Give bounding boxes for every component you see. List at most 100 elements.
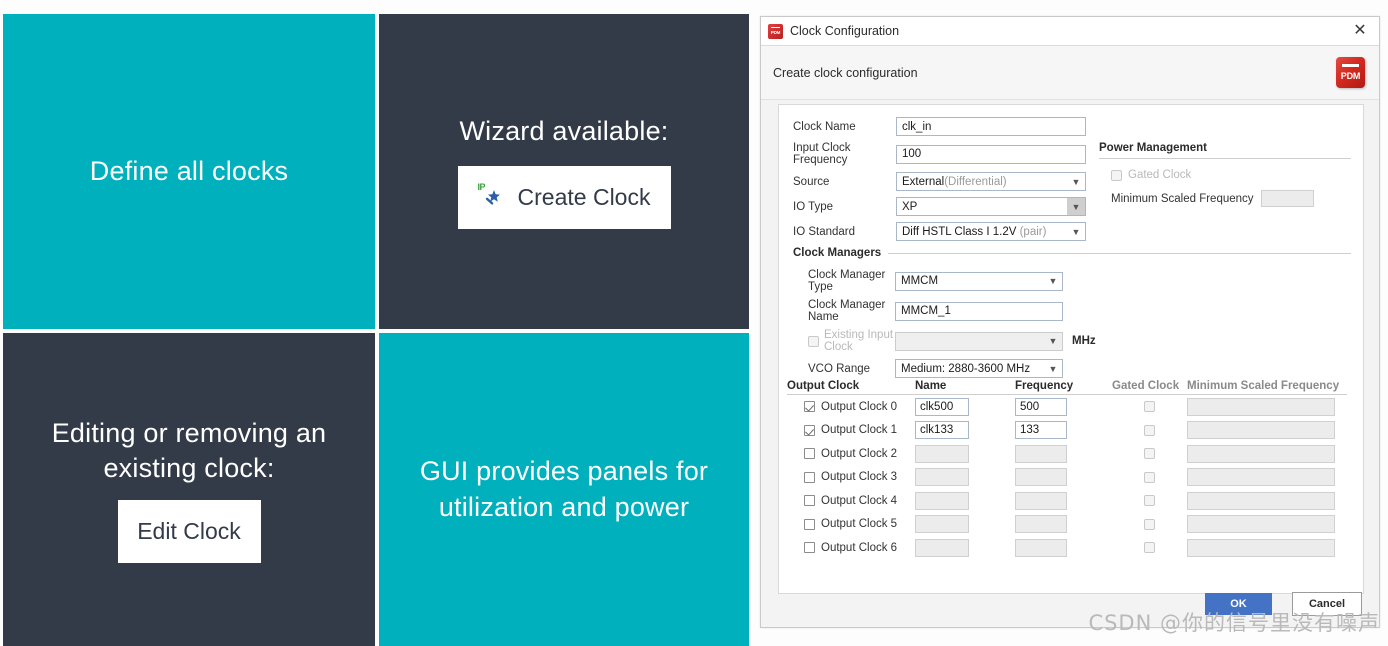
output-clock-checkbox[interactable] (804, 448, 815, 460)
output-clock-name-input[interactable] (915, 515, 969, 534)
output-clock-enable-6[interactable]: Output Clock 6 (787, 542, 915, 554)
output-clock-name-input[interactable] (915, 538, 969, 557)
output-clock-label: Output Clock 1 (821, 424, 898, 437)
tile-define-all-clocks: Define all clocks (3, 14, 375, 329)
output-clock-frequency-input[interactable] (1015, 515, 1067, 534)
source-select[interactable]: External(Differential) ▼ (896, 172, 1086, 191)
output-clock-checkbox[interactable] (804, 401, 815, 413)
power-min-scaled-frequency-label: Minimum Scaled Frequency (1111, 192, 1254, 205)
dialog-titlebar: Clock Configuration ✕ (761, 17, 1379, 46)
create-clock-button[interactable]: IP Create Clock (457, 165, 671, 229)
output-clock-msf-cell (1187, 515, 1347, 534)
header-gated-clock: Gated Clock (1112, 380, 1187, 395)
clock-name-input[interactable]: clk_in (896, 117, 1086, 136)
header-output-clock: Output Clock (787, 380, 915, 395)
output-clock-gated-checkbox[interactable] (1144, 448, 1155, 460)
chevron-down-icon[interactable]: ▼ (1067, 223, 1085, 240)
existing-input-clock-select[interactable]: ▼ (895, 331, 1063, 351)
output-clock-gated-checkbox[interactable] (1144, 495, 1155, 507)
table-row: Output Clock 0 clk500 500 (787, 395, 1357, 419)
output-clock-frequency-cell (1015, 515, 1112, 534)
field-row-input-clock-frequency: Input Clock Frequency 100 (793, 142, 1089, 166)
output-clock-gated-cell (1112, 401, 1187, 413)
output-clock-gated-checkbox[interactable] (1144, 471, 1155, 483)
output-clock-name-cell (915, 515, 1015, 534)
input-clock-frequency-input[interactable]: 100 (896, 144, 1086, 164)
output-clock-enable-0[interactable]: Output Clock 0 (787, 401, 915, 413)
output-clock-label: Output Clock 4 (821, 494, 898, 507)
output-clock-min-scaled-frequency-input[interactable] (1187, 421, 1335, 440)
output-clock-frequency-input[interactable]: 500 (1015, 397, 1067, 416)
output-clock-min-scaled-frequency-input[interactable] (1187, 538, 1335, 557)
output-clock-checkbox[interactable] (804, 424, 815, 436)
output-clock-gated-cell (1112, 448, 1187, 460)
output-clock-frequency-input[interactable] (1015, 468, 1067, 487)
field-row-source: Source External(Differential) ▼ (793, 172, 1089, 191)
clock-manager-type-select[interactable]: MMCM ▼ (895, 271, 1063, 291)
output-clock-frequency-input[interactable] (1015, 538, 1067, 557)
io-type-select[interactable]: XP ▼ (896, 197, 1086, 216)
output-clock-gated-checkbox[interactable] (1144, 542, 1155, 554)
clock-managers-title: Clock Managers (793, 247, 882, 259)
output-clocks-table: Output Clock Name Frequency Gated Clock … (787, 373, 1357, 560)
power-gated-clock-checkbox[interactable] (1111, 169, 1122, 181)
chevron-down-icon[interactable]: ▼ (1044, 333, 1062, 350)
output-clock-enable-2[interactable]: Output Clock 2 (787, 448, 915, 460)
output-clock-frequency-input[interactable] (1015, 444, 1067, 463)
output-clock-msf-cell (1187, 538, 1347, 557)
edit-clock-button[interactable]: Edit Clock (117, 500, 261, 564)
power-min-scaled-frequency-input[interactable] (1260, 190, 1314, 207)
output-clock-enable-5[interactable]: Output Clock 5 (787, 518, 915, 530)
output-clock-enable-1[interactable]: Output Clock 1 (787, 424, 915, 436)
output-clock-min-scaled-frequency-input[interactable] (1187, 491, 1335, 510)
existing-input-clock-checkbox[interactable] (808, 335, 819, 347)
chevron-down-icon[interactable]: ▼ (1067, 173, 1085, 190)
output-clock-gated-cell (1112, 495, 1187, 507)
output-clock-name-input[interactable] (915, 468, 969, 487)
create-clock-label: Create Clock (517, 183, 651, 210)
ok-button[interactable]: OK (1205, 593, 1272, 615)
output-clock-min-scaled-frequency-input[interactable] (1187, 515, 1335, 534)
output-clock-name-input[interactable]: clk133 (915, 421, 969, 440)
output-clock-frequency-input[interactable]: 133 (1015, 421, 1067, 440)
close-icon[interactable]: ✕ (1349, 20, 1371, 42)
output-clock-enable-3[interactable]: Output Clock 3 (787, 471, 915, 483)
output-clock-gated-checkbox[interactable] (1144, 401, 1155, 413)
clock-manager-type-label: Clock Manager Type (808, 269, 886, 293)
chevron-down-icon[interactable]: ▼ (1067, 198, 1085, 215)
field-row-io-standard: IO Standard Diff HSTL Class I 1.2V (pair… (793, 222, 1089, 241)
dialog-subheader: Create clock configuration PDM (761, 46, 1379, 100)
pdm-logo-dash (1342, 64, 1359, 67)
chevron-down-icon[interactable]: ▼ (1044, 273, 1062, 290)
cancel-button[interactable]: Cancel (1292, 592, 1362, 616)
dialog-title: Clock Configuration (790, 24, 900, 38)
output-clock-msf-cell (1187, 421, 1347, 440)
tile-editing-text: Editing or removing an existing clock: (51, 417, 327, 483)
output-clock-min-scaled-frequency-input[interactable] (1187, 468, 1335, 487)
clock-manager-type-value: MMCM (901, 275, 939, 287)
field-row-clock-name: Clock Name clk_in (793, 117, 1089, 136)
io-standard-value: Diff HSTL Class I 1.2V (902, 225, 1017, 238)
output-clock-frequency-cell (1015, 444, 1112, 463)
output-clock-name-cell: clk500 (915, 397, 1015, 416)
output-clock-enable-4[interactable]: Output Clock 4 (787, 495, 915, 507)
output-clock-checkbox[interactable] (804, 542, 815, 554)
output-clock-min-scaled-frequency-input[interactable] (1187, 397, 1335, 416)
output-clock-frequency-cell (1015, 468, 1112, 487)
output-clock-name-input[interactable]: clk500 (915, 397, 969, 416)
output-clock-checkbox[interactable] (804, 495, 815, 507)
output-clock-frequency-input[interactable] (1015, 491, 1067, 510)
output-clock-msf-cell (1187, 468, 1347, 487)
clock-manager-name-input[interactable]: MMCM_1 (895, 301, 1063, 321)
clock-fields-group: Clock Name clk_in Input Clock Frequency … (793, 117, 1089, 247)
output-clock-min-scaled-frequency-input[interactable] (1187, 444, 1335, 463)
output-clock-checkbox[interactable] (804, 471, 815, 483)
output-clock-name-input[interactable] (915, 491, 969, 510)
output-clock-checkbox[interactable] (804, 518, 815, 530)
io-standard-select[interactable]: Diff HSTL Class I 1.2V (pair) ▼ (896, 222, 1086, 241)
clock-managers-divider (888, 252, 1351, 254)
output-clock-gated-checkbox[interactable] (1144, 424, 1155, 436)
output-clock-name-input[interactable] (915, 444, 969, 463)
output-clock-gated-checkbox[interactable] (1144, 518, 1155, 530)
field-row-io-type: IO Type XP ▼ (793, 197, 1089, 216)
